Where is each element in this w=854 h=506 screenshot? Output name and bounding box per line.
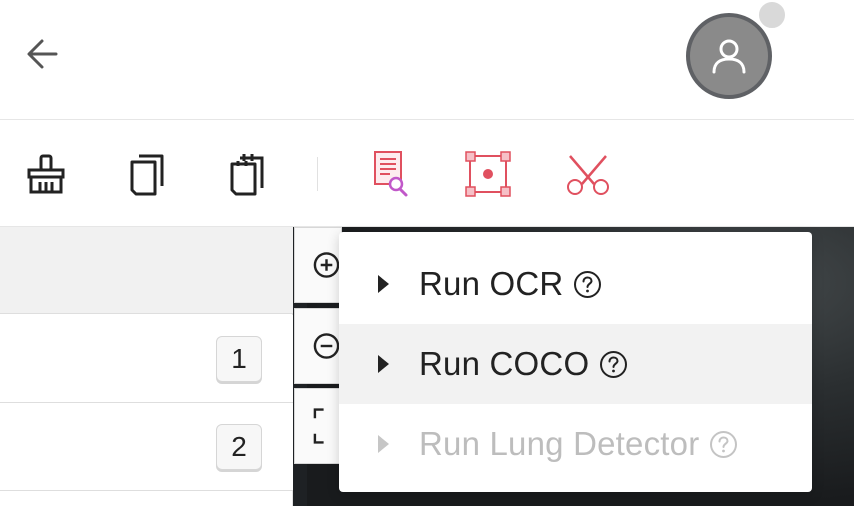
back-button[interactable] [18, 30, 66, 78]
caret-right-icon [378, 355, 389, 373]
paste-tool-button[interactable] [219, 147, 273, 201]
ocr-tool-button[interactable] [361, 147, 415, 201]
toolbar-divider [317, 157, 318, 191]
broom-icon [27, 154, 65, 194]
menu-item-run-lung-detector: Run Lung Detector [339, 404, 812, 484]
status-indicator [757, 0, 787, 30]
app-header [0, 0, 854, 120]
list-header [0, 227, 293, 314]
scissors-icon [567, 155, 609, 195]
arrow-left-icon [27, 39, 58, 69]
user-icon [712, 39, 746, 74]
document-search-icon [374, 151, 408, 197]
list-item[interactable]: 1 [0, 315, 293, 403]
menu-item-run-coco[interactable]: Run COCO [339, 324, 812, 404]
help-icon[interactable] [573, 270, 602, 299]
detect-tool-button[interactable] [461, 147, 515, 201]
menu-item-label: Run COCO [419, 345, 590, 382]
list-panel: 1 2 [0, 227, 293, 506]
zoom-in-icon [313, 252, 340, 278]
caret-right-icon [378, 275, 389, 293]
run-model-menu: Run OCR Run COCO Run Lung Detector [339, 232, 812, 492]
menu-item-label: Run OCR [419, 265, 564, 302]
zoom-in-button[interactable] [294, 227, 342, 303]
paste-icon [230, 154, 264, 196]
fit-screen-button[interactable] [294, 388, 342, 464]
copy-tool-button[interactable] [119, 147, 173, 201]
item-number-badge: 1 [216, 336, 262, 382]
help-icon[interactable] [599, 350, 628, 379]
caret-right-icon [378, 435, 389, 453]
copy-icon [130, 154, 164, 196]
item-number-badge: 2 [216, 424, 262, 470]
cut-tool-button[interactable] [561, 147, 615, 201]
menu-item-label: Run Lung Detector [419, 425, 700, 462]
zoom-out-icon [313, 333, 340, 359]
user-avatar[interactable] [686, 13, 772, 99]
zoom-out-button[interactable] [294, 308, 342, 384]
bounding-box-icon [465, 151, 511, 197]
clean-tool-button[interactable] [19, 147, 73, 201]
toolbar [0, 121, 854, 227]
fit-screen-icon [313, 408, 324, 444]
menu-item-run-ocr[interactable]: Run OCR [339, 244, 812, 324]
list-item[interactable]: 2 [0, 403, 293, 491]
help-icon [709, 430, 738, 459]
